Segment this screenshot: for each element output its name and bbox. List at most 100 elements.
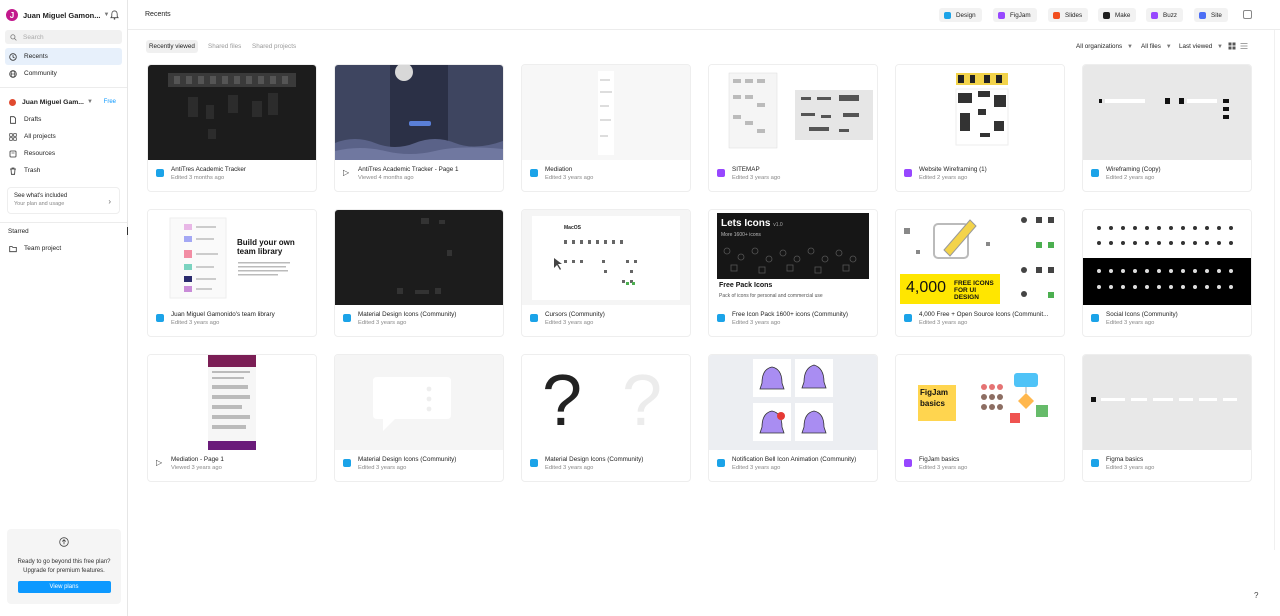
file-meta: Edited 3 years ago xyxy=(358,320,407,326)
filter-value: All organizations xyxy=(1076,43,1123,50)
design-file-icon xyxy=(343,459,351,467)
file-meta: Edited 2 years ago xyxy=(919,175,968,181)
plan-usage-card[interactable]: See what's included Your plan and usage … xyxy=(7,187,120,214)
tab-shared-files[interactable]: Shared files xyxy=(205,40,244,53)
file-info: Notification Bell Icon Animation (Commun… xyxy=(709,450,877,481)
file-meta: Edited 3 months ago xyxy=(171,175,225,181)
file-meta: Edited 2 years ago xyxy=(1106,175,1155,181)
thumbnail-artwork xyxy=(373,377,451,431)
file-card[interactable]: Website Wireframing (1) Edited 2 years a… xyxy=(895,64,1065,192)
file-info: Figma basics Edited 3 years ago xyxy=(1083,450,1251,481)
file-card[interactable]: Social Icons (Community) Edited 3 years … xyxy=(1082,209,1252,337)
team-avatar xyxy=(9,98,16,106)
nav-label: Trash xyxy=(24,167,41,174)
plan-subtitle: Your plan and usage xyxy=(14,201,65,207)
file-card[interactable]: Lets Icons v1.0 More 1600+ icons Free Pa… xyxy=(708,209,878,337)
file-card[interactable]: Material Design Icons (Community) Edited… xyxy=(334,354,504,482)
thumbnail-artwork xyxy=(335,65,503,160)
design-file-icon xyxy=(717,459,725,467)
file-meta: Edited 3 years ago xyxy=(545,175,594,181)
file-info: ▷ Mediation - Page 1 Viewed 3 years ago xyxy=(148,450,316,481)
file-info: Website Wireframing (1) Edited 2 years a… xyxy=(896,160,1064,191)
design-file-icon xyxy=(156,169,164,177)
top-bar: Recents Design FigJam Slides Make Buzz S… xyxy=(128,0,1280,30)
design-file-icon xyxy=(904,314,912,322)
starred-item-team-project[interactable]: Team project xyxy=(5,240,122,257)
new-figjam-button[interactable]: FigJam xyxy=(993,8,1037,22)
thumbnail-artwork xyxy=(728,72,873,149)
folder-icon xyxy=(9,245,17,252)
account-switcher[interactable]: J Juan Miguel Gamon... ▼ xyxy=(0,0,127,30)
thumbnail-artwork xyxy=(1099,98,1229,119)
nav-trash[interactable]: Trash xyxy=(5,162,122,179)
file-card[interactable]: Build your own team library Juan Miguel … xyxy=(147,209,317,337)
file-card[interactable]: Mediation Edited 3 years ago xyxy=(521,64,691,192)
file-card[interactable]: SITEMAP Edited 3 years ago xyxy=(708,64,878,192)
file-thumbnail xyxy=(335,210,503,305)
search-input[interactable]: Search xyxy=(5,30,122,44)
list-view-icon[interactable] xyxy=(1240,42,1248,50)
figjam-file-icon xyxy=(717,169,725,177)
file-card[interactable]: ? ? Material Design Icons (Community) Ed… xyxy=(521,354,691,482)
figma-home: J Juan Miguel Gamon... ▼ Search Recents … xyxy=(0,0,1280,616)
file-thumbnail xyxy=(709,355,877,450)
bell-icon[interactable] xyxy=(110,10,119,20)
file-card[interactable]: MacOS Cursors (Community) Edited 3 years… xyxy=(521,209,691,337)
sidebar: J Juan Miguel Gamon... ▼ Search Recents … xyxy=(0,0,128,616)
new-site-button[interactable]: Site xyxy=(1194,8,1228,22)
tab-shared-projects[interactable]: Shared projects xyxy=(249,40,299,53)
grid-view-icon[interactable] xyxy=(1228,42,1236,50)
file-title: Figma basics xyxy=(1106,456,1144,463)
view-plans-button[interactable]: View plans xyxy=(17,581,111,593)
file-card[interactable]: Figma basics Edited 3 years ago xyxy=(1082,354,1252,482)
file-info: ▷ AntiTres Academic Tracker - Page 1 Vie… xyxy=(335,160,503,191)
file-thumbnail xyxy=(1083,210,1251,305)
nav-community[interactable]: Community xyxy=(5,65,122,82)
plan-badge: Free xyxy=(103,99,116,105)
team-name: Juan Miguel Gam... xyxy=(22,98,84,106)
file-meta: Edited 3 years ago xyxy=(1106,320,1155,326)
file-card[interactable]: AntiTres Academic Tracker Edited 3 month… xyxy=(147,64,317,192)
file-card[interactable]: ▷ Mediation - Page 1 Viewed 3 years ago xyxy=(147,354,317,482)
file-card[interactable]: Notification Bell Icon Animation (Commun… xyxy=(708,354,878,482)
product-label: Buzz xyxy=(1163,11,1177,19)
new-design-button[interactable]: Design xyxy=(939,8,982,22)
clock-icon xyxy=(9,52,17,61)
upgrade-card: Ready to go beyond this free plan? Upgra… xyxy=(7,529,121,604)
file-card[interactable]: 4,000 FREE ICONS FOR UI DESIGN 4,000 Fre… xyxy=(895,209,1065,337)
file-thumbnail: FigJam basics xyxy=(896,355,1064,450)
file-type-filter[interactable]: All files ▼ xyxy=(1141,43,1172,50)
file-thumbnail: 4,000 FREE ICONS FOR UI DESIGN xyxy=(896,210,1064,305)
team-switcher[interactable]: Juan Miguel Gam... ▼ Free xyxy=(5,93,122,111)
file-title: AntiTres Academic Tracker - Page 1 xyxy=(358,166,459,173)
nav-drafts[interactable]: Drafts xyxy=(5,111,122,128)
file-meta: Edited 3 years ago xyxy=(171,320,220,326)
new-buzz-button[interactable]: Buzz xyxy=(1146,8,1183,22)
organization-filter[interactable]: All organizations ▼ xyxy=(1076,43,1133,50)
new-make-button[interactable]: Make xyxy=(1098,8,1137,22)
sort-dropdown[interactable]: Last viewed ▼ xyxy=(1179,43,1223,50)
thumbnail-artwork xyxy=(955,73,1009,146)
file-card[interactable]: Wireframing (Copy) Edited 2 years ago xyxy=(1082,64,1252,192)
file-info: Mediation Edited 3 years ago xyxy=(522,160,690,191)
make-icon xyxy=(1103,11,1110,19)
new-slides-button[interactable]: Slides xyxy=(1048,8,1089,22)
file-card[interactable]: Material Design Icons (Community) Edited… xyxy=(334,209,504,337)
resize-handle[interactable] xyxy=(127,227,128,235)
help-button[interactable]: ? xyxy=(1254,591,1258,600)
design-file-icon xyxy=(1091,459,1099,467)
nav-recents[interactable]: Recents xyxy=(5,48,122,65)
avatar[interactable]: J xyxy=(6,9,18,21)
tab-recently-viewed[interactable]: Recently viewed xyxy=(146,40,198,53)
file-card[interactable]: FigJam basics FigJam basics Edited 3 yea… xyxy=(895,354,1065,482)
nav-resources[interactable]: Resources xyxy=(5,145,122,162)
import-icon[interactable] xyxy=(1243,10,1252,19)
thumbnail-artwork xyxy=(532,216,680,300)
design-file-icon xyxy=(1091,314,1099,322)
file-info: AntiTres Academic Tracker Edited 3 month… xyxy=(148,160,316,191)
file-card[interactable]: ▷ AntiTres Academic Tracker - Page 1 Vie… xyxy=(334,64,504,192)
nav-all-projects[interactable]: All projects xyxy=(5,128,122,145)
figjam-basics-label: FigJam basics xyxy=(920,388,949,408)
scrollbar[interactable] xyxy=(1274,30,1275,550)
file-title: Mediation xyxy=(545,166,573,173)
